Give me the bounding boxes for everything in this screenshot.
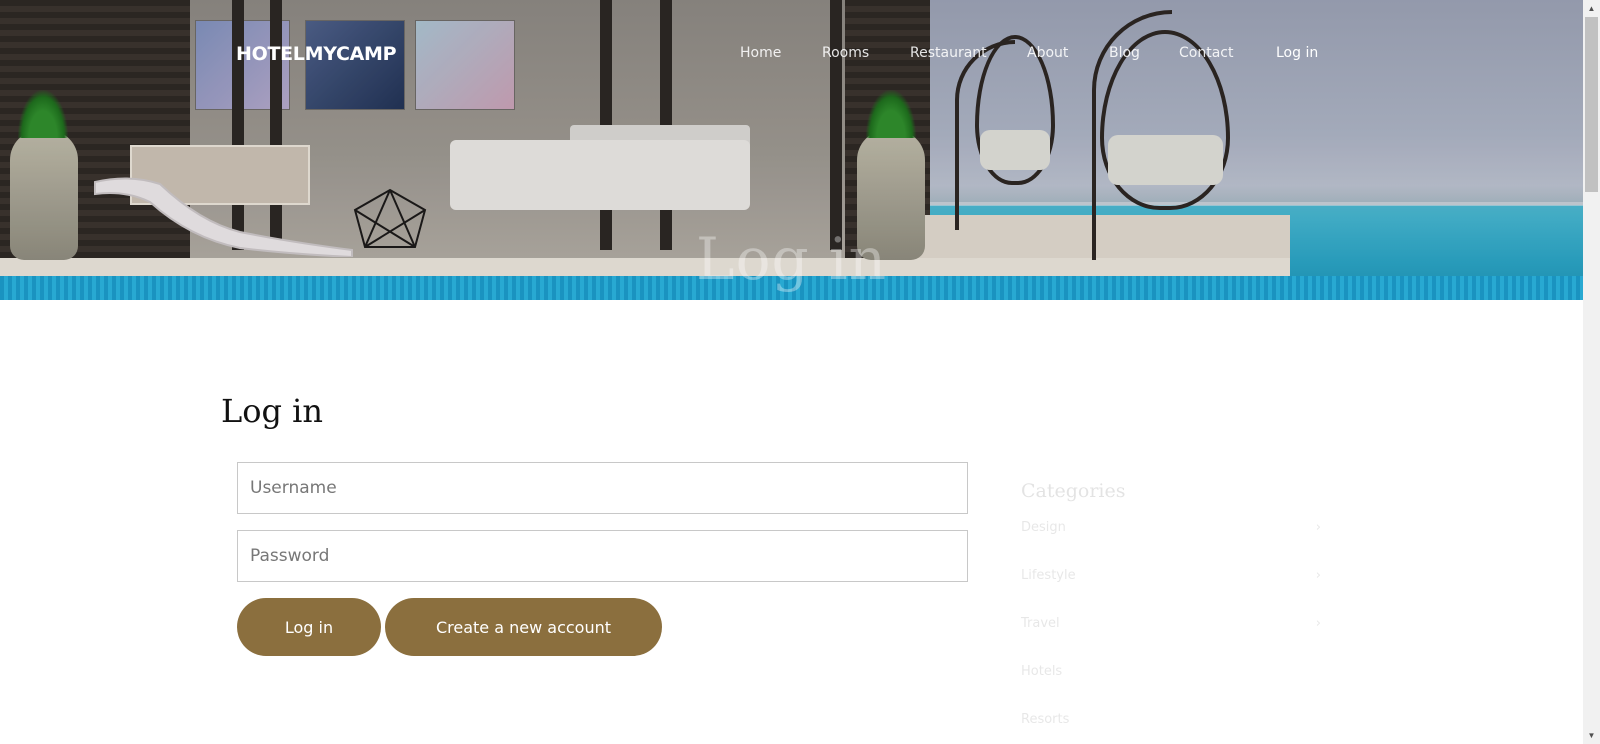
nav-rooms[interactable]: Rooms [822, 45, 910, 61]
password-input[interactable] [237, 530, 968, 582]
category-item[interactable]: Design › [1021, 520, 1321, 568]
chevron-right-icon: › [1315, 520, 1321, 535]
site-logo[interactable]: HOTELMYCAMP [236, 43, 397, 65]
scroll-down-arrow-icon[interactable]: ▼ [1583, 727, 1600, 744]
nav-restaurant[interactable]: Restaurant [910, 45, 1027, 61]
page-scrollbar[interactable]: ▲ ▼ [1583, 0, 1600, 744]
category-item[interactable]: Hotels [1021, 664, 1321, 712]
main-nav: Home Rooms Restaurant About Blog Contact… [740, 45, 1336, 61]
sidebar-categories: Categories Design › Lifestyle › Travel ›… [1021, 480, 1321, 744]
scroll-up-arrow-icon[interactable]: ▲ [1583, 0, 1600, 17]
create-account-button[interactable]: Create a new account [385, 598, 662, 656]
category-label: Lifestyle [1021, 568, 1076, 583]
chevron-right-icon: › [1315, 568, 1321, 583]
login-button[interactable]: Log in [237, 598, 381, 656]
chevron-right-icon: › [1315, 616, 1321, 631]
category-label: Design [1021, 520, 1066, 535]
nav-blog[interactable]: Blog [1109, 45, 1179, 61]
category-label: Resorts [1021, 712, 1070, 727]
nav-login[interactable]: Log in [1276, 45, 1336, 61]
hero-title: Log in [696, 225, 887, 293]
category-label: Travel [1021, 616, 1060, 631]
page-title: Log in [221, 392, 324, 430]
category-label: Hotels [1021, 664, 1063, 679]
username-input[interactable] [237, 462, 968, 514]
nav-home[interactable]: Home [740, 45, 822, 61]
category-item[interactable]: Lifestyle › [1021, 568, 1321, 616]
nav-contact[interactable]: Contact [1179, 45, 1276, 61]
category-item[interactable]: Resorts [1021, 712, 1321, 744]
scrollbar-thumb[interactable] [1585, 17, 1598, 192]
sidebar-title: Categories [1021, 480, 1126, 502]
category-item[interactable]: Travel › [1021, 616, 1321, 664]
nav-about[interactable]: About [1027, 45, 1109, 61]
